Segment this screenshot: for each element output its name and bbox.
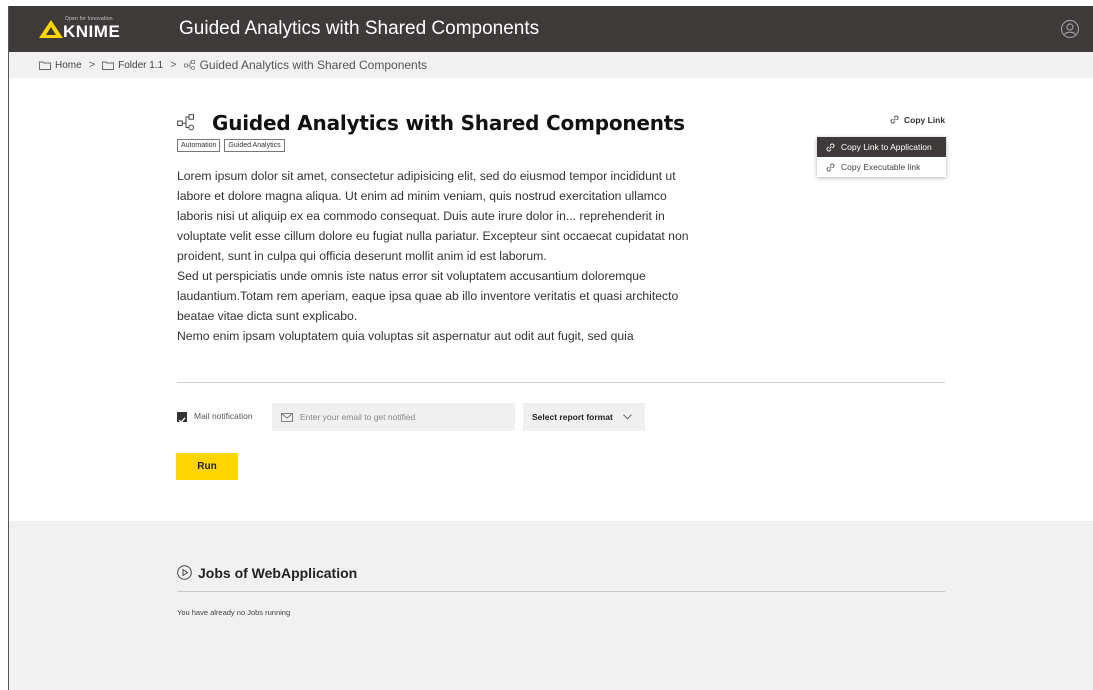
- jobs-title: Jobs of WebApplication: [198, 565, 358, 581]
- top-bar: Open for Innovation KNIME Guided Analyti…: [9, 6, 1093, 52]
- workflow-icon: [177, 114, 195, 131]
- knime-logo[interactable]: Open for Innovation KNIME: [39, 15, 129, 43]
- copy-link-menu: Copy Link to Application Copy Executable…: [817, 137, 946, 177]
- link-icon: [890, 115, 899, 124]
- tag-guided-analytics[interactable]: Guided Analytics: [224, 139, 285, 152]
- jobs-divider: [177, 591, 945, 592]
- checkmark-icon: [178, 417, 186, 424]
- jobs-empty-message: You have already no Jobs running: [177, 608, 291, 617]
- tag-list: Automation Guided Analytics: [177, 139, 285, 152]
- chevron-down-icon: [622, 414, 632, 420]
- link-icon: [826, 163, 835, 171]
- menu-item-label: Copy Executable link: [841, 162, 921, 172]
- description-paragraph: Sed ut perspiciatis unde omnis iste natu…: [177, 269, 679, 323]
- breadcrumb-current: Guided Analytics with Shared Components: [183, 58, 428, 72]
- menu-item-label: Copy Link to Application: [841, 142, 932, 152]
- copy-link-label: Copy Link: [904, 114, 946, 125]
- jobs-section: Jobs of WebApplication You have already …: [9, 521, 1093, 690]
- app-title: Guided Analytics with Shared Components: [179, 18, 540, 39]
- tag-automation[interactable]: Automation: [177, 139, 221, 152]
- report-format-select[interactable]: Select report format: [523, 403, 645, 431]
- menu-item-copy-executable-link[interactable]: Copy Executable link: [817, 157, 946, 177]
- link-icon: [826, 143, 835, 151]
- user-circle-icon[interactable]: [1060, 19, 1080, 39]
- section-divider: [177, 382, 945, 383]
- menu-item-copy-link-to-application[interactable]: Copy Link to Application: [817, 137, 946, 157]
- email-placeholder: Enter your email to get notified: [300, 412, 416, 422]
- copy-link-button[interactable]: Copy Link: [889, 114, 945, 125]
- envelope-icon: [281, 412, 293, 422]
- description-paragraph: Nemo enim ipsam voluptatem quia voluptas…: [177, 329, 634, 343]
- folder-icon: [102, 61, 115, 70]
- email-field[interactable]: Enter your email to get notified: [272, 403, 515, 431]
- folder-icon: [39, 61, 51, 70]
- breadcrumb-separator: >: [88, 59, 96, 71]
- breadcrumb-folder-label: Folder 1.1: [118, 59, 164, 71]
- mail-notification-label: Mail notification: [194, 411, 253, 421]
- breadcrumb-home-label: Home: [55, 59, 82, 71]
- app-frame: Open for Innovation KNIME Guided Analyti…: [8, 6, 1093, 690]
- description: Lorem ipsum dolor sit amet, consectetur …: [177, 166, 697, 346]
- page-title: Guided Analytics with Shared Components: [212, 111, 685, 135]
- play-circle-icon: [177, 565, 192, 580]
- report-format-label: Select report format: [532, 412, 613, 422]
- breadcrumb-folder[interactable]: Folder 1.1: [102, 60, 163, 71]
- run-button[interactable]: Run: [176, 453, 238, 480]
- logo-word: KNIME: [63, 22, 121, 41]
- workflow-icon: [183, 60, 195, 70]
- breadcrumb-bar: Home > Folder 1.1 > Guided Analytics wit…: [9, 52, 1093, 78]
- description-paragraph: Lorem ipsum dolor sit amet, consectetur …: [177, 169, 689, 263]
- mail-notification-checkbox[interactable]: [177, 412, 187, 424]
- breadcrumb-separator: >: [170, 59, 177, 71]
- breadcrumb: Home > Folder 1.1 > Guided Analytics wit…: [39, 58, 427, 72]
- breadcrumb-current-label: Guided Analytics with Shared Components: [199, 58, 428, 72]
- breadcrumb-home[interactable]: Home: [39, 60, 82, 71]
- knime-triangle-icon: [39, 20, 63, 38]
